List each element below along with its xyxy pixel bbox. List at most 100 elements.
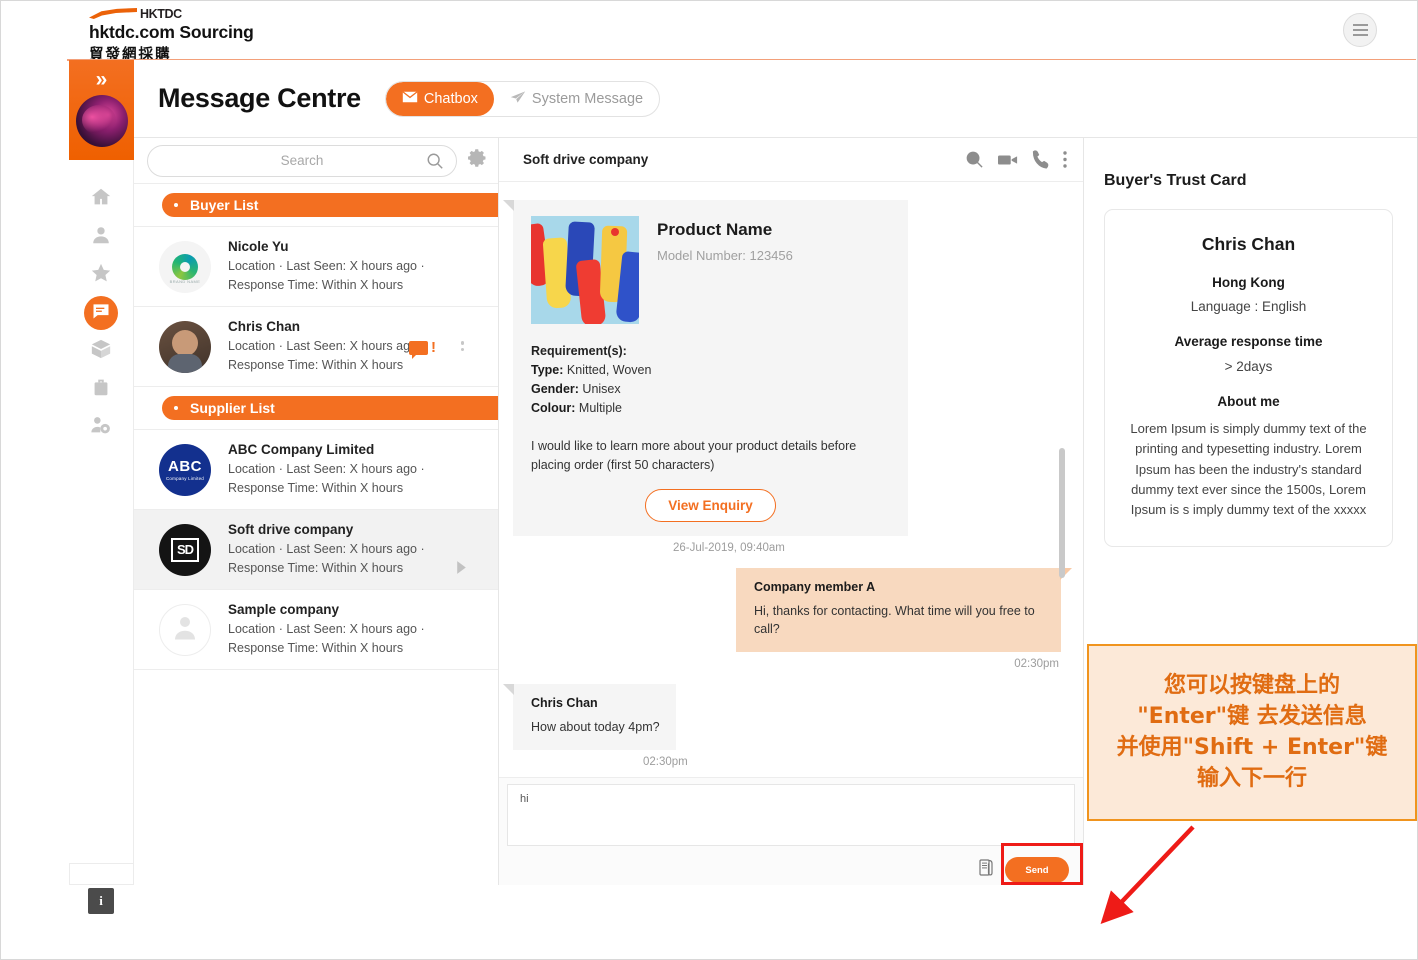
- search-box[interactable]: [147, 145, 457, 177]
- box-icon: [90, 338, 112, 365]
- tab-system-message[interactable]: System Message: [494, 82, 659, 116]
- kebab-menu-icon[interactable]: [461, 341, 465, 351]
- message-bubble: Company member A Hi, thanks for contacti…: [736, 568, 1061, 652]
- sidebar-item-home[interactable]: [84, 182, 118, 216]
- conversation-list-column: Buyer List BRAND NAME Nicole Yu Location…: [134, 138, 499, 885]
- trust-card-country: Hong Kong: [1123, 275, 1374, 290]
- sidebar-item-orders[interactable]: [84, 372, 118, 406]
- avatar: ABC Company Limited: [159, 444, 211, 496]
- enquiry-card: Product Name Model Number: 123456 Requir…: [513, 200, 908, 536]
- avatar-subtext: Company Limited: [166, 476, 204, 481]
- user-icon: [90, 224, 112, 251]
- annotation-callout: 您可以按键盘上的 "Enter"键 去发送信息 并使用"Shift + Ente…: [1087, 644, 1417, 821]
- search-input[interactable]: [179, 153, 425, 168]
- contact-name: Nicole Yu: [228, 239, 425, 254]
- contact-meta-1: Location · Last Seen: X hours ago ·: [228, 257, 425, 275]
- section-supplier-list: Supplier List: [134, 387, 498, 430]
- chat-scrollbar[interactable]: [1059, 448, 1065, 578]
- brand-bar: HKTDC hktdc.com Sourcing 貿發網採購: [1, 1, 1417, 59]
- trust-card-name: Chris Chan: [1123, 234, 1374, 255]
- sidebar-item-account-settings[interactable]: [84, 410, 118, 444]
- home-icon: [90, 186, 112, 213]
- contact-info: ABC Company Limited Location · Last Seen…: [228, 442, 425, 496]
- contact-info: Soft drive company Location · Last Seen:…: [228, 522, 425, 576]
- paperclip-icon[interactable]: [978, 859, 993, 882]
- composer-actions: Send: [507, 857, 1075, 883]
- annotation-line-2: "Enter"键 去发送信息: [1137, 704, 1367, 730]
- search-icon[interactable]: [965, 150, 984, 169]
- chat-messages: Product Name Model Number: 123456 Requir…: [499, 182, 1083, 777]
- message-sender: Chris Chan: [531, 696, 660, 710]
- user-settings-icon: [90, 414, 112, 441]
- swoosh-icon: [89, 8, 137, 19]
- unread-badge[interactable]: !: [409, 340, 436, 355]
- product-meta: Product Name Model Number: 123456: [657, 216, 793, 324]
- avatar[interactable]: [76, 95, 128, 147]
- sidebar-item-profile[interactable]: [84, 220, 118, 254]
- hamburger-icon[interactable]: [1343, 13, 1377, 47]
- trust-card-response-label: Average response time: [1123, 334, 1374, 349]
- list-item[interactable]: Chris Chan Location · Last Seen: X hours…: [134, 307, 498, 387]
- tab-switch: Chatbox System Message: [385, 81, 660, 117]
- trust-card-response-value: > 2days: [1123, 359, 1374, 374]
- annotation-line-1: 您可以按键盘上的: [1164, 673, 1340, 699]
- enquiry-card-body: Product Name Model Number: 123456 Requir…: [513, 200, 908, 536]
- tab-chatbox[interactable]: Chatbox: [386, 82, 494, 116]
- contact-meta-2: Response Time: Within X hours: [228, 479, 425, 497]
- section-buyer-list: Buyer List: [134, 184, 498, 227]
- sidebar-item-products[interactable]: [84, 334, 118, 368]
- message-row: Chris Chan How about today 4pm?: [513, 684, 1061, 750]
- message-row: Company member A Hi, thanks for contacti…: [513, 568, 1061, 652]
- gear-icon[interactable]: [466, 147, 488, 174]
- sidebar-item-favourites[interactable]: [84, 258, 118, 292]
- section-header[interactable]: Buyer List: [162, 193, 498, 217]
- product-model: Model Number: 123456: [657, 248, 793, 263]
- trust-card-title: Buyer's Trust Card: [1104, 172, 1393, 190]
- bullet-icon: [174, 203, 178, 207]
- list-item[interactable]: SD Soft drive company Location · Last Se…: [134, 510, 498, 590]
- bullet-icon: [174, 406, 178, 410]
- list-item[interactable]: ABC Company Limited ABC Company Limited …: [134, 430, 498, 510]
- enquiry-top: Product Name Model Number: 123456: [531, 216, 890, 324]
- list-item[interactable]: Sample company Location · Last Seen: X h…: [134, 590, 498, 670]
- expand-rail-icon[interactable]: »: [96, 69, 108, 90]
- chevron-right-icon[interactable]: [455, 560, 468, 580]
- product-image: [531, 216, 639, 324]
- rail-footer: [69, 863, 134, 885]
- message-input[interactable]: [507, 784, 1075, 846]
- info-icon[interactable]: i: [88, 888, 114, 914]
- enquiry-body-text: I would like to learn more about your pr…: [531, 437, 890, 475]
- contact-name: Soft drive company: [228, 522, 425, 537]
- message-body: Company member A Hi, thanks for contacti…: [736, 568, 1061, 652]
- sidebar-item-messages[interactable]: [84, 296, 118, 330]
- annotation-line-4: 输入下一行: [1197, 766, 1307, 792]
- message-sender: Company member A: [754, 580, 1043, 594]
- req-colour-value: Multiple: [579, 401, 622, 415]
- tab-chatbox-label: Chatbox: [424, 91, 478, 107]
- chat-icon: [91, 301, 111, 326]
- kebab-menu-icon[interactable]: [1063, 151, 1067, 168]
- send-button[interactable]: Send: [1005, 857, 1069, 883]
- video-camera-icon[interactable]: [998, 153, 1018, 167]
- bubble-tail: [503, 200, 514, 211]
- message-body: Chris Chan How about today 4pm?: [513, 684, 676, 750]
- chat-title: Soft drive company: [523, 152, 965, 167]
- message-row: Product Name Model Number: 123456 Requir…: [513, 200, 1061, 536]
- list-item[interactable]: BRAND NAME Nicole Yu Location · Last See…: [134, 227, 498, 307]
- app-window: HKTDC hktdc.com Sourcing 貿發網採購 »: [0, 0, 1418, 960]
- search-icon[interactable]: [426, 152, 444, 175]
- req-gender-label: Gender:: [531, 382, 579, 396]
- contact-info: Chris Chan Location · Last Seen: X hours…: [228, 319, 425, 373]
- section-header[interactable]: Supplier List: [162, 396, 498, 420]
- trust-card: Chris Chan Hong Kong Language : English …: [1104, 209, 1393, 547]
- view-enquiry-button[interactable]: View Enquiry: [645, 489, 776, 522]
- paper-plane-icon: [510, 90, 526, 108]
- bag-icon: [90, 376, 112, 403]
- phone-icon[interactable]: [1032, 150, 1049, 169]
- contact-meta-2: Response Time: Within X hours: [228, 356, 425, 374]
- avatar-text: ABC: [168, 459, 202, 474]
- trust-card-language: Language : English: [1123, 299, 1374, 314]
- rail-header: »: [69, 60, 134, 160]
- hktdc-logo-mark: HKTDC: [89, 7, 254, 20]
- search-row: [134, 138, 498, 184]
